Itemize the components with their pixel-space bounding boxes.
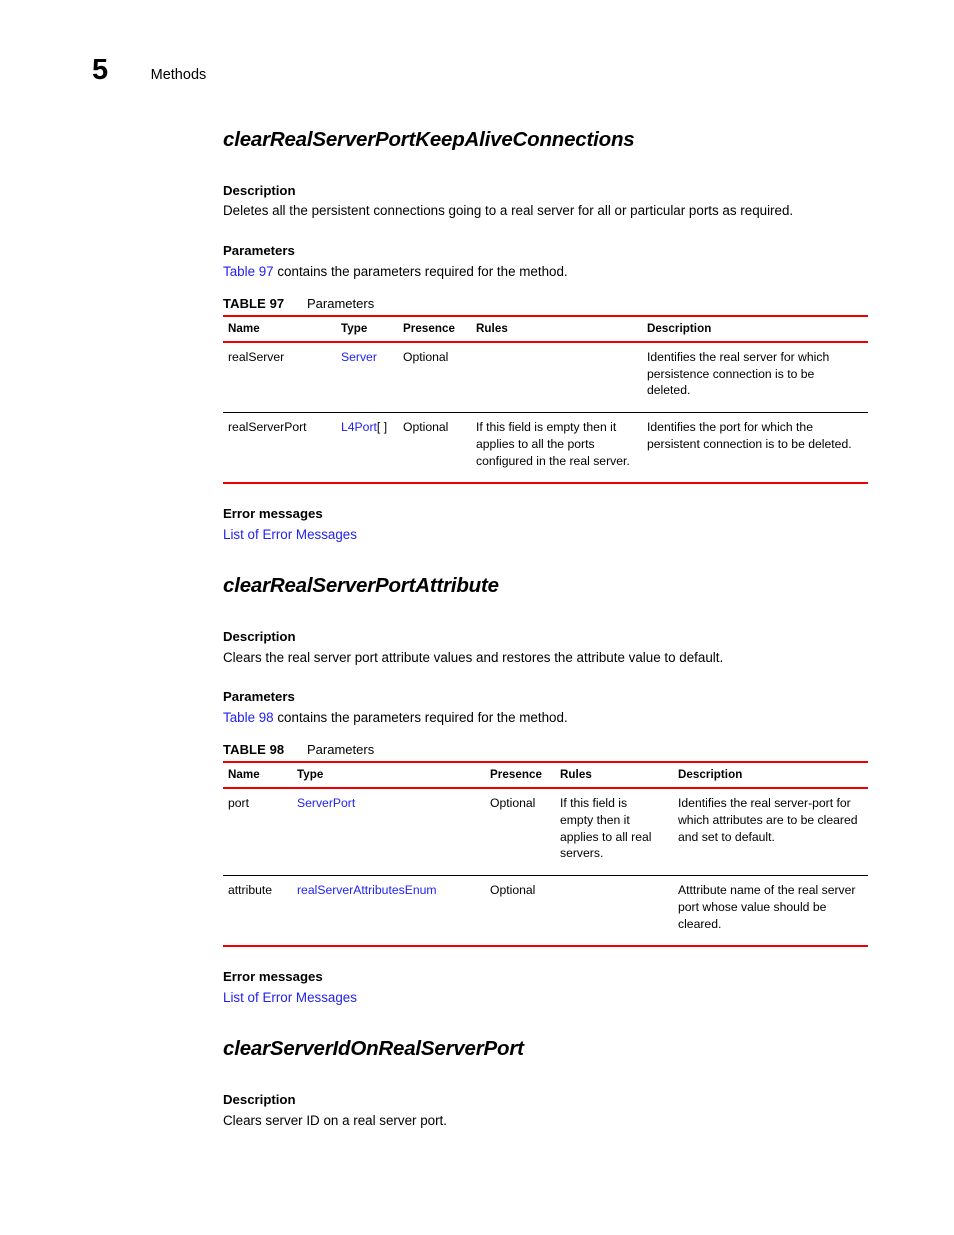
description-heading: Description [223,628,296,644]
cell-presence: Optional [398,412,471,484]
cell-type: ServerPort [292,787,485,877]
running-header: 5 Methods [92,56,206,85]
cell-name: attribute [223,875,292,947]
parameters-sentence-rest: contains the parameters required for the… [273,710,568,726]
method-section-clearrealserverportkeepaliveconnections: clearRealServerPortKeepAliveConnections … [223,128,871,544]
parameters-heading: Parameters [223,689,295,705]
cell-rules: If this field is empty then it applies t… [471,412,642,484]
table-row: port ServerPort Optional If this field i… [223,787,868,877]
table-reference-link[interactable]: Table 98 [223,710,274,725]
method-heading: clearServerIdOnRealServerPort [223,1037,524,1061]
parameters-table-97: Name Type Presence Rules Description rea… [223,314,868,484]
cell-rules [471,341,642,414]
method-section-clearserveridonrealserverport: clearServerIdOnRealServerPort Descriptio… [223,1037,871,1130]
column-header-description: Description [642,314,868,343]
description-text: Clears server ID on a real server port. [223,1112,447,1128]
description-heading: Description [223,182,296,198]
table-row: realServer Server Optional Identifies th… [223,341,868,414]
column-header-name: Name [223,760,292,789]
content-column: clearRealServerPortKeepAliveConnections … [223,128,871,1131]
table-header-row: Name Type Presence Rules Description [223,314,868,343]
cell-presence: Optional [485,787,555,877]
type-link[interactable]: realServerAttributesEnum [297,883,437,897]
type-link[interactable]: ServerPort [297,796,355,810]
column-header-presence: Presence [398,314,471,343]
chapter-number: 5 [92,54,108,86]
table-row: attribute realServerAttributesEnum Optio… [223,875,868,947]
table-caption-number: TABLE 98 [223,741,285,757]
description-text: Clears the real server port attribute va… [223,649,724,665]
parameters-table-98: Name Type Presence Rules Description por… [223,760,868,947]
table-row: realServerPort L4Port[ ] Optional If thi… [223,412,868,484]
cell-description: Identifies the real server for which per… [642,341,868,414]
table-caption-title: Parameters [307,295,375,311]
error-messages-heading: Error messages [223,968,323,984]
column-header-rules: Rules [471,314,642,343]
cell-description: Identifies the real server-port for whic… [673,787,868,877]
table-reference-link[interactable]: Table 97 [223,264,274,279]
column-header-name: Name [223,314,336,343]
table-caption: TABLE 97 Parameters [223,294,871,311]
chapter-title: Methods [150,67,207,83]
cell-type: realServerAttributesEnum [292,875,485,947]
method-heading: clearRealServerPortAttribute [223,574,499,598]
cell-description: Atttribute name of the real server port … [673,875,868,947]
table-header-row: Name Type Presence Rules Description [223,760,868,789]
method-heading: clearRealServerPortKeepAliveConnections [223,128,635,151]
parameters-sentence: Table 97 contains the parameters require… [223,260,871,282]
cell-name: realServerPort [223,412,336,484]
cell-presence: Optional [485,875,555,947]
description-heading: Description [223,1091,296,1107]
table-caption: TABLE 98 Parameters [223,740,871,757]
error-messages-heading: Error messages [223,505,323,521]
cell-name: realServer [223,341,336,414]
table-caption-number: TABLE 97 [223,295,285,311]
error-messages-link[interactable]: List of Error Messages [223,990,357,1005]
error-messages-link[interactable]: List of Error Messages [223,527,357,542]
column-header-type: Type [292,760,485,789]
column-header-type: Type [336,314,398,343]
parameters-heading: Parameters [223,243,295,259]
cell-presence: Optional [398,341,471,414]
cell-name: port [223,787,292,877]
cell-type: L4Port[ ] [336,412,398,484]
cell-rules: If this field is empty then it applies t… [555,787,673,877]
error-messages-line: List of Error Messages [223,986,871,1008]
error-messages-line: List of Error Messages [223,523,871,545]
cell-type: Server [336,341,398,414]
method-section-clearrealserverportattribute: clearRealServerPortAttribute Description… [223,574,871,1007]
description-text: Deletes all the persistent connections g… [223,203,794,219]
type-link[interactable]: Server [341,350,377,364]
cell-rules [555,875,673,947]
cell-description: Identifies the port for which the persis… [642,412,868,484]
parameters-sentence-rest: contains the parameters required for the… [273,263,568,279]
type-link[interactable]: L4Port [341,420,377,434]
parameters-sentence: Table 98 contains the parameters require… [223,706,871,728]
column-header-description: Description [673,760,868,789]
column-header-presence: Presence [485,760,555,789]
type-suffix: [ ] [376,420,388,435]
table-caption-title: Parameters [307,741,375,757]
column-header-rules: Rules [555,760,673,789]
document-page: 5 Methods clearRealServerPortKeepAliveCo… [0,0,954,1235]
